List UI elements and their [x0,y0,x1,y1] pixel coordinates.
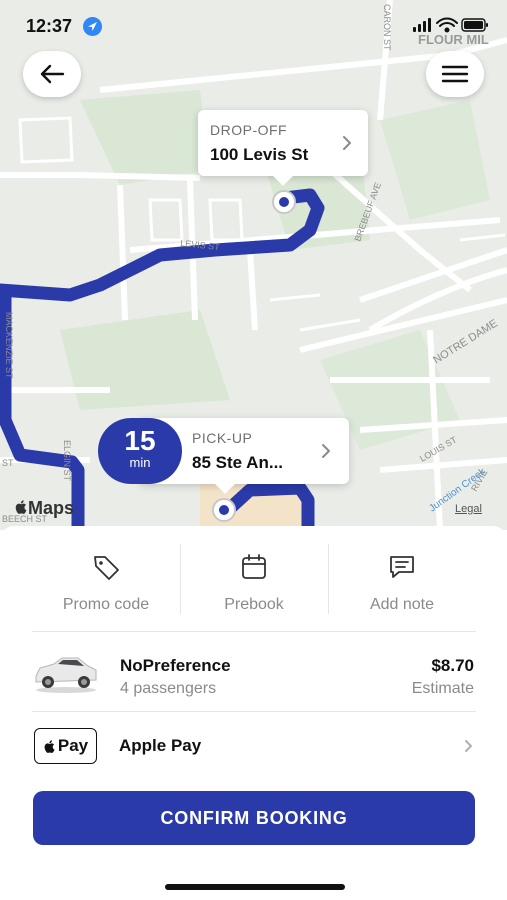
pickup-label: PICK-UP [192,430,253,446]
payment-method-name: Apple Pay [119,736,202,755]
street-label: ELGIN ST [62,440,72,482]
pickup-address: 85 Ste An... [192,453,284,472]
divider [32,711,476,712]
price-value: $8.70 [431,656,474,675]
calendar-icon [242,554,266,579]
apple-pay-badge: Pay [34,728,97,764]
eta-badge: 15 min [98,418,182,484]
apple-logo-icon [44,739,55,753]
street-label: MACKENZIE ST [4,312,14,379]
add-note-label: Add note [369,596,435,613]
quick-actions: Promo code Prebook Add note [32,542,476,632]
pay-badge-text: Pay [57,736,89,755]
dropoff-callout[interactable]: DROP-OFF 100 Levis St [198,110,368,186]
chevron-right-icon [343,136,351,150]
back-button[interactable] [23,51,81,97]
divider [32,631,476,632]
message-icon [390,556,414,578]
location-arrow-icon [83,17,102,36]
payment-method-row[interactable]: Pay Apple Pay [32,726,476,766]
confirm-booking-button[interactable]: CONFIRM BOOKING [33,791,475,845]
add-note-button[interactable]: Add note [328,542,476,632]
dropoff-address: 100 Levis St [210,145,309,164]
maps-logo: Maps [14,498,74,519]
street-label: ST [2,458,14,468]
vehicle-passengers: 4 passengers [120,680,217,697]
prebook-button[interactable]: Prebook [180,542,328,632]
wifi-icon [436,17,458,33]
eta-value: 15 [124,425,156,456]
battery-icon [461,18,488,32]
maps-logo-text: Maps [28,498,75,518]
menu-button[interactable] [426,51,484,97]
chevron-right-icon [322,444,330,458]
promo-code-label: Promo code [62,596,150,613]
dropoff-label: DROP-OFF [210,122,288,138]
map-view[interactable]: CARON ST BREBEUF AVE LEVIS ST MACKENZIE … [0,0,507,530]
legal-link[interactable]: Legal [455,503,482,515]
status-bar: 12:37 [0,0,507,52]
car-image [35,657,97,693]
eta-unit: min [129,455,151,470]
vehicle-option[interactable]: NoPreference 4 passengers $8.70 Estimate [32,644,476,714]
price-estimate-label: Estimate [411,680,474,697]
tag-icon [94,556,119,580]
chevron-right-icon [465,740,472,752]
hamburger-menu-icon [441,65,469,83]
promo-code-button[interactable]: Promo code [32,542,180,632]
status-time: 12:37 [26,16,73,36]
apple-logo-icon [15,500,27,514]
vehicle-name: NoPreference [120,656,231,675]
signal-icon [413,18,431,32]
prebook-label: Prebook [224,596,284,613]
home-indicator[interactable] [165,884,345,890]
booking-sheet: Promo code Prebook Add note NoPreference… [0,526,507,900]
status-indicators [413,17,489,38]
arrow-left-icon [40,64,65,84]
